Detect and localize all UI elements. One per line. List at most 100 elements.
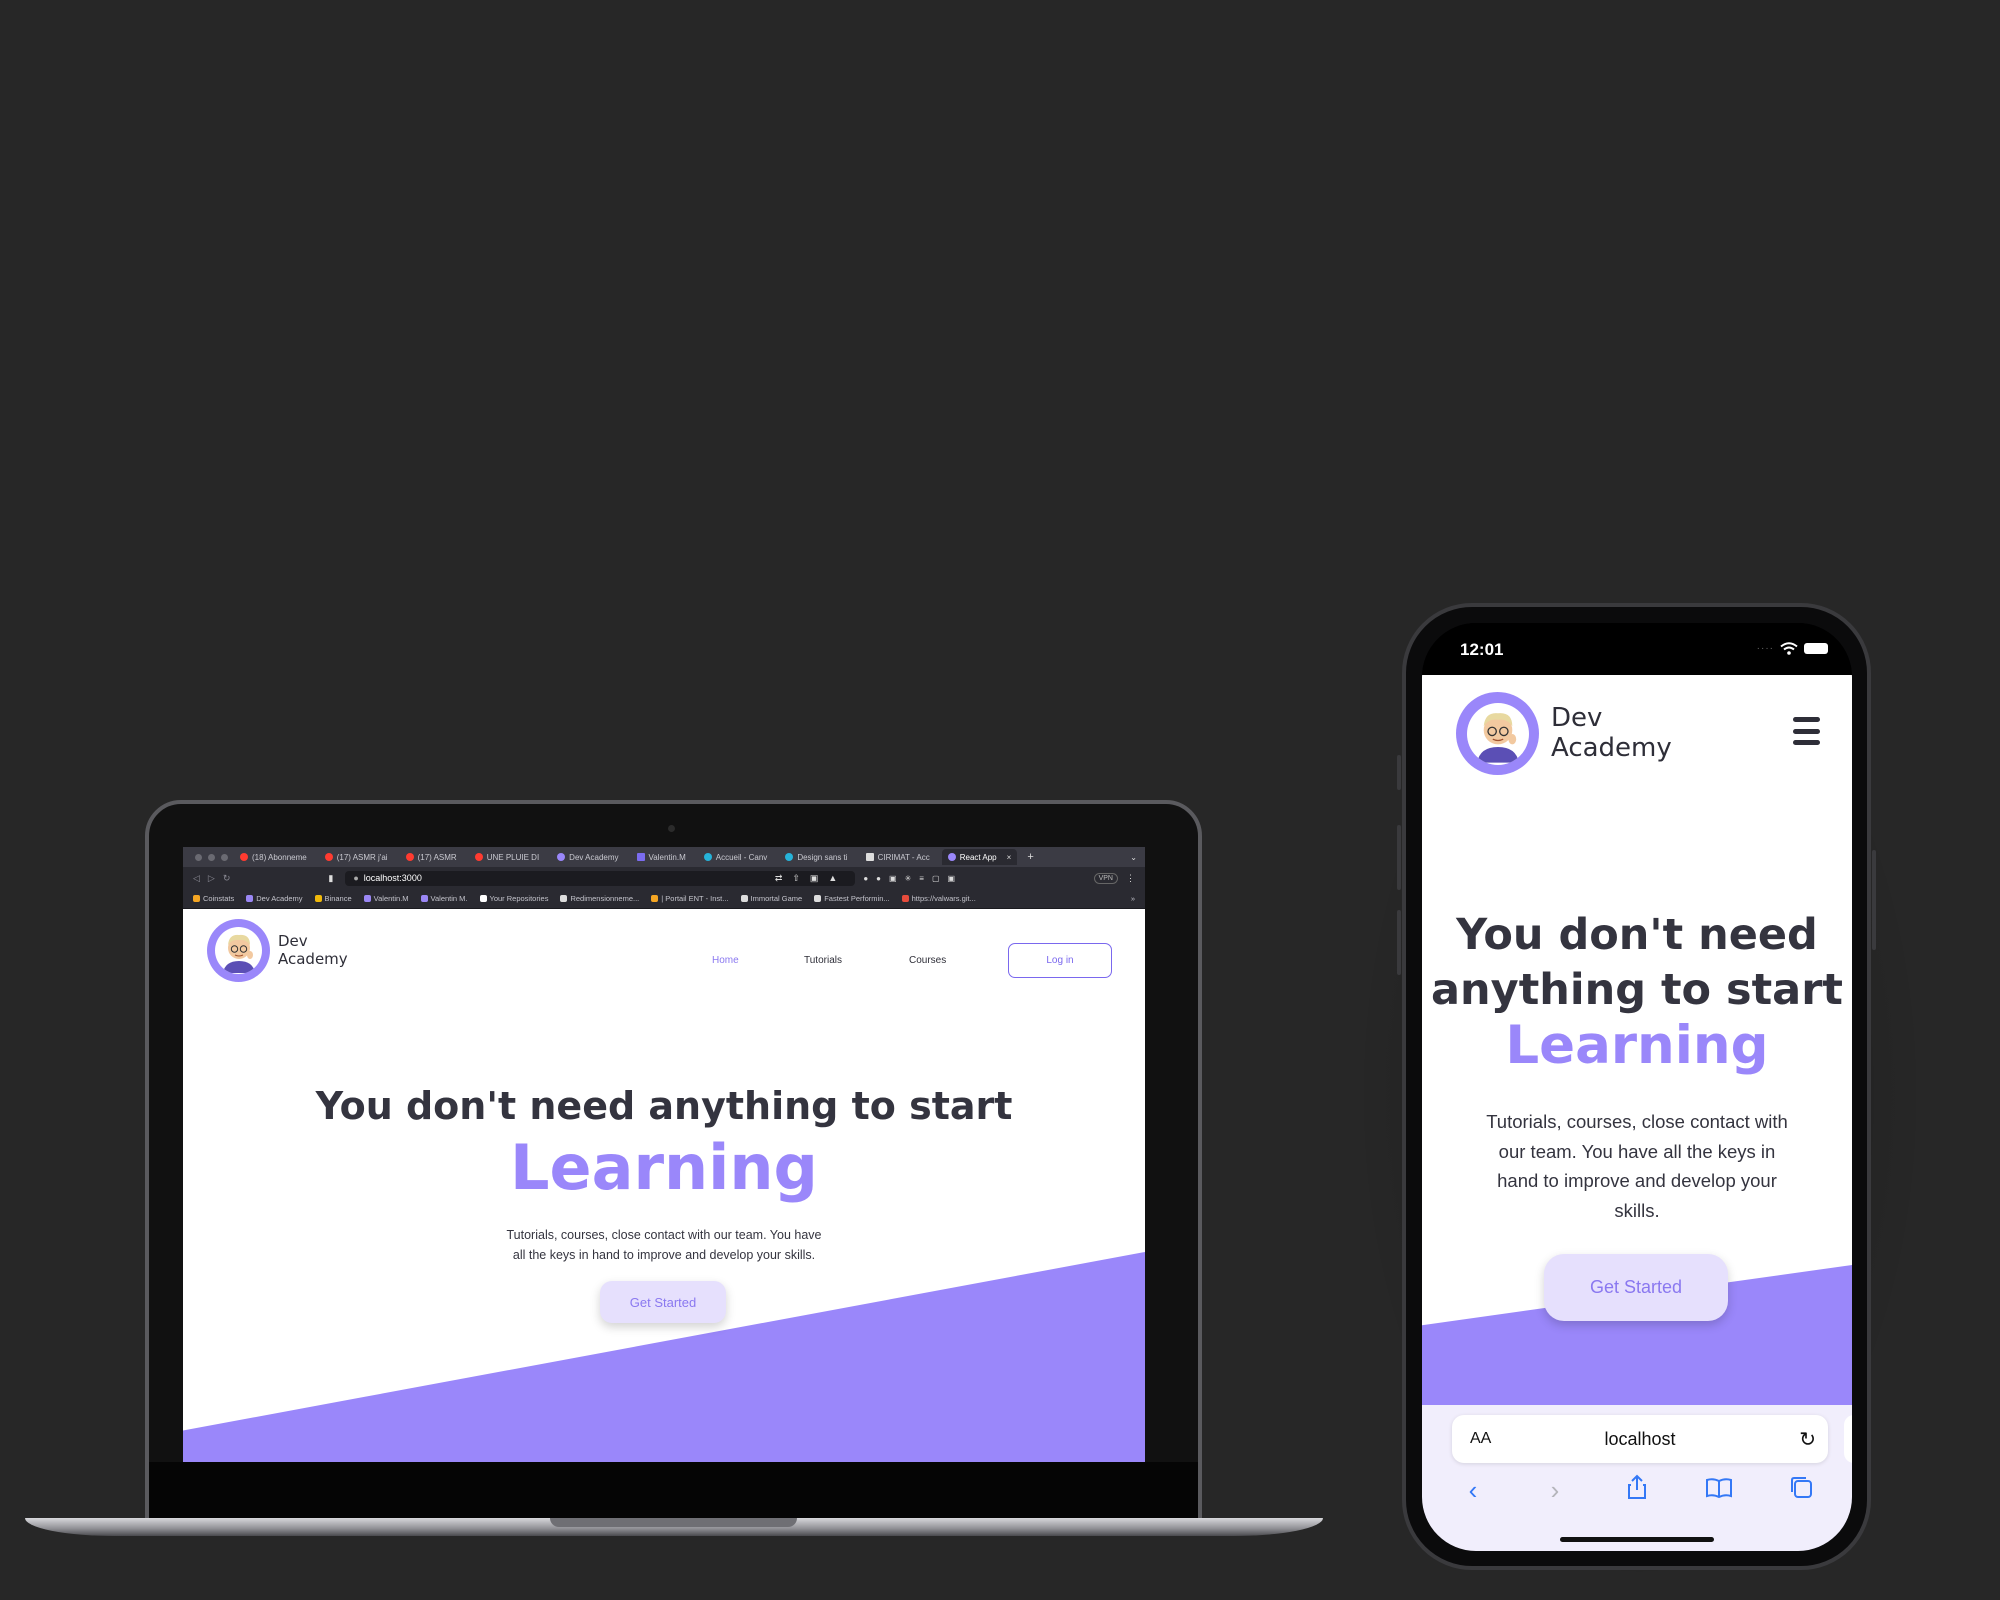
signal-icon: ···· — [1756, 643, 1774, 654]
bookmark-item[interactable]: Redimensionneme... — [560, 894, 639, 903]
hero-highlight: Learning — [1505, 1015, 1769, 1076]
phone-screen: 12:01 ···· Dev Academy You don't need an… — [1422, 623, 1852, 1551]
bookmark-item[interactable]: Fastest Performin... — [814, 894, 890, 903]
nav-tutorials[interactable]: Tutorials — [804, 955, 842, 966]
bookmark-icon[interactable]: ▮ — [328, 873, 333, 884]
address-bar[interactable]: ● localhost:3000 ⇄⇧▣▲ — [345, 870, 856, 886]
bookmark-item[interactable]: Coinstats — [193, 894, 234, 903]
laptop-screen: (18) Abonneme (17) ASMR j'ai (17) ASMR U… — [183, 847, 1145, 1462]
browser-tab[interactable]: (17) ASMR j'ai — [319, 849, 394, 865]
hero-title: You don't need anything to start — [1431, 910, 1843, 1015]
hero-description: Tutorials, courses, close contact with o… — [1486, 1111, 1788, 1221]
site-logo[interactable]: Dev Academy — [207, 919, 348, 982]
nav-home[interactable]: Home — [712, 955, 739, 966]
browser-tab[interactable]: (17) ASMR — [400, 849, 463, 865]
bookmark-icon — [740, 895, 748, 902]
back-icon[interactable]: ‹ — [1453, 1475, 1493, 1506]
browser-tab-active[interactable]: React App × — [941, 849, 1018, 865]
bookmark-item[interactable]: Binance — [314, 894, 352, 903]
site-info-icon: ● — [353, 873, 359, 883]
memoji-icon — [1476, 712, 1519, 763]
browser-tab[interactable]: (18) Abonneme — [234, 849, 313, 865]
status-time: 12:01 — [1460, 640, 1504, 659]
browser-tab[interactable]: UNE PLUIE DI — [469, 849, 545, 865]
reload-icon[interactable]: ↻ — [223, 873, 231, 884]
bookmark-item[interactable]: Valentin.M — [363, 894, 409, 903]
window-close-icon[interactable] — [195, 853, 202, 861]
logo-line-1: Dev — [1551, 702, 1603, 733]
bookmark-icon — [193, 895, 200, 902]
safari-address-bar[interactable]: AA localhost ↻ — [1452, 1415, 1828, 1463]
laptop-website: Dev Academy Home Tutorials Courses Log i… — [183, 909, 1145, 1462]
github-icon — [479, 895, 487, 902]
browser-tab[interactable]: Dev Academy — [551, 849, 624, 865]
extension-icons[interactable]: ●●▣✳≡▢▣ — [863, 874, 963, 883]
bookmark-item[interactable]: Dev Academy — [246, 894, 303, 903]
vpn-badge[interactable]: VPN — [1093, 872, 1118, 884]
window-minimize-icon[interactable] — [208, 853, 215, 861]
laptop-bezel — [149, 1462, 1198, 1524]
bookmark-icon — [651, 895, 659, 902]
bookmark-item[interactable]: Immortal Game — [740, 894, 802, 903]
nav-courses[interactable]: Courses — [909, 955, 946, 966]
logo-line-1: Dev — [278, 932, 308, 951]
bookmark-item[interactable]: | Portail ENT - Inst... — [651, 894, 729, 903]
bookmark-item[interactable]: Your Repositories — [479, 894, 548, 903]
window-zoom-icon[interactable] — [221, 853, 228, 861]
get-started-button[interactable]: Get Started — [600, 1281, 726, 1323]
bookmark-item[interactable]: https://valwars.git... — [901, 894, 976, 903]
home-indicator — [1560, 1537, 1714, 1542]
more-bookmarks-icon[interactable]: » — [1131, 894, 1135, 903]
browser-toolbar: ◁ ▷ ↻ ▮ ● localhost:3000 ⇄⇧▣▲ ●●▣✳≡▢▣ VP… — [183, 867, 1145, 889]
laptop-notch — [550, 1518, 797, 1527]
bookmarks-bar: Coinstats Dev Academy Binance Valentin.M… — [183, 889, 1145, 909]
bookmark-icon — [560, 895, 568, 902]
bookmark-icon — [901, 895, 909, 902]
browser-tab-strip: (18) Abonneme (17) ASMR j'ai (17) ASMR U… — [183, 847, 1145, 867]
browser-tab[interactable]: Valentin.M — [631, 849, 692, 865]
new-tab-icon[interactable]: + — [1027, 851, 1033, 863]
hamburger-menu-icon[interactable] — [1793, 717, 1820, 745]
browser-tab[interactable]: Accueil - Canv — [698, 849, 774, 865]
bookmark-icon — [314, 895, 322, 902]
bookmark-icon — [814, 895, 822, 902]
bookmark-icon — [363, 895, 371, 902]
bookmark-item[interactable]: Valentin M. — [420, 894, 468, 903]
tabs-icon[interactable] — [1781, 1474, 1821, 1507]
logo-line-2: Academy — [278, 949, 348, 968]
phone-website: Dev Academy You don't need anything to s… — [1422, 675, 1852, 1405]
site-logo[interactable]: Dev Academy — [1456, 692, 1672, 775]
page-actions-icons[interactable]: ⇄⇧▣▲ — [775, 873, 848, 884]
avatar — [1456, 692, 1539, 775]
menu-icon[interactable]: ⋮ — [1126, 873, 1135, 884]
arrow-logo-icon — [636, 853, 645, 861]
bookmark-icon — [420, 895, 428, 902]
safari-bottom-bar: AA localhost ↻ ‹ › — [1422, 1405, 1852, 1551]
close-tab-icon[interactable]: × — [1007, 853, 1012, 862]
browser-tab[interactable]: Design sans ti — [779, 849, 853, 865]
canva-icon — [785, 853, 794, 861]
react-icon — [947, 853, 956, 861]
canva-icon — [703, 853, 712, 861]
dev-academy-icon — [557, 853, 566, 861]
share-icon[interactable] — [1617, 1474, 1657, 1507]
forward-icon[interactable]: › — [1535, 1475, 1575, 1506]
back-icon[interactable]: ◁ — [193, 873, 200, 884]
hero-title: You don't need anything to start — [315, 1084, 1013, 1128]
device-mockup-stage: (18) Abonneme (17) ASMR j'ai (17) ASMR U… — [0, 0, 2000, 1600]
browser-tab[interactable]: CIRIMAT - Acc — [860, 849, 936, 865]
avatar — [207, 919, 270, 982]
hero-description: Tutorials, courses, close contact with o… — [506, 1228, 822, 1262]
memoji-icon — [222, 934, 255, 973]
bookmark-icon — [246, 895, 254, 902]
youtube-icon — [324, 853, 333, 861]
chevron-down-icon[interactable]: ⌄ — [1130, 853, 1137, 862]
logo-line-2: Academy — [1551, 732, 1672, 763]
bookmarks-icon[interactable] — [1699, 1475, 1739, 1506]
forward-icon[interactable]: ▷ — [208, 873, 215, 884]
get-started-button[interactable]: Get Started — [1544, 1254, 1728, 1321]
page-icon — [865, 853, 874, 861]
reload-icon[interactable]: ↻ — [1799, 1427, 1816, 1452]
login-button[interactable]: Log in — [1008, 943, 1112, 978]
next-tab-peek[interactable] — [1844, 1415, 1852, 1463]
